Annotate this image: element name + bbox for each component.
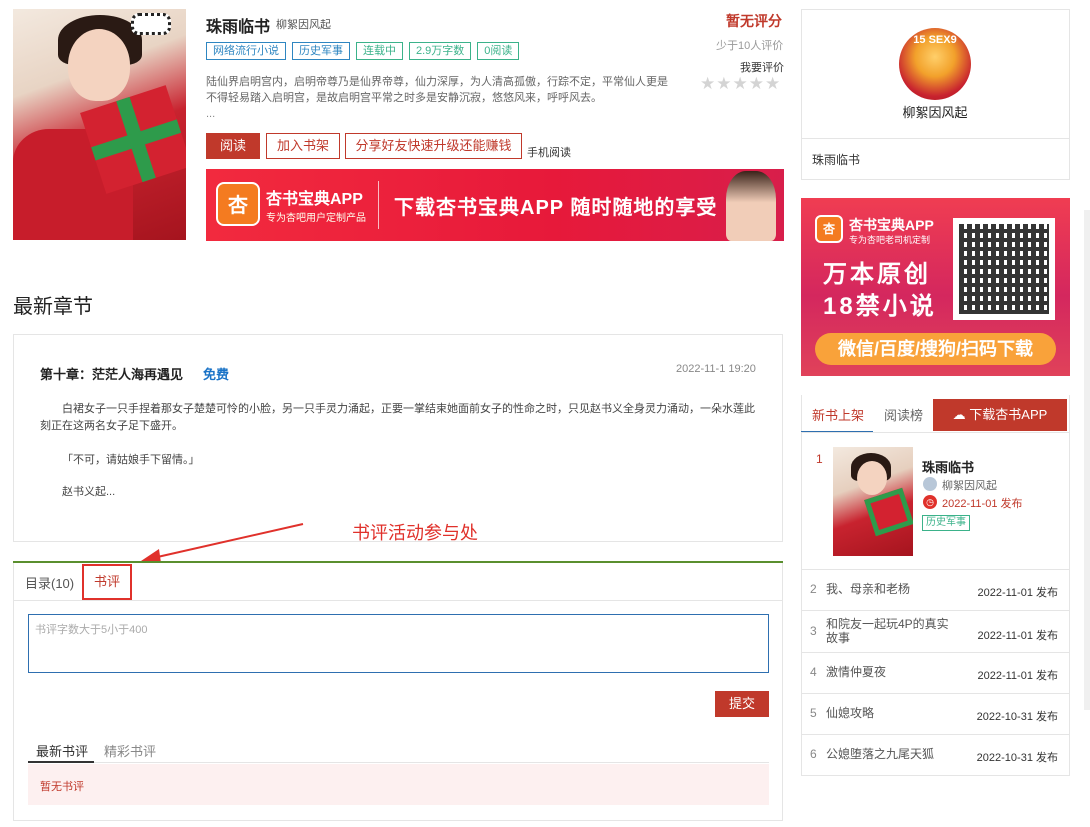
page-scrollbar[interactable]: [1084, 210, 1090, 710]
banner-slogan: 下载杏书宝典APP 随时随地的享受: [394, 197, 718, 219]
qr-code-icon: [953, 218, 1055, 320]
star-icon[interactable]: ★: [765, 75, 780, 92]
tag-word-count: 2.9万字数: [409, 42, 472, 60]
book-description: 陆仙界启明宫内，启明帝尊乃是仙界帝尊，仙力深厚，为人清高孤傲，行踪不定，平常仙人…: [206, 76, 668, 104]
submit-button[interactable]: 提交: [715, 691, 769, 717]
star-icon[interactable]: ★: [733, 75, 748, 92]
rank-1-tag[interactable]: 历史军事: [922, 515, 970, 531]
latest-chapter-heading: 最新章节: [13, 296, 93, 318]
download-app-label: 下载杏书APP: [969, 407, 1048, 422]
rank-title[interactable]: 激情仲夏夜: [826, 665, 956, 679]
rank-1-cover[interactable]: [833, 447, 913, 556]
annotation-label: 书评活动参与处: [352, 523, 478, 543]
rank-number: 4: [810, 665, 817, 679]
rank-date: 2022-11-01 发布: [977, 630, 1058, 642]
side-app-banner[interactable]: 杏 杏书宝典APP 专为杏吧老司机定制 万本原创 18禁小说 微信/百度/搜狗/…: [801, 198, 1070, 376]
banner-app-name: 杏书宝典APP: [266, 191, 363, 208]
rank-title[interactable]: 公媳堕落之九尾天狐: [826, 747, 956, 761]
rating-status: 暂无评分: [726, 13, 782, 29]
rank-number: 6: [810, 747, 817, 761]
user-icon: [923, 477, 937, 491]
rating-count: 少于10人评价: [716, 40, 784, 52]
chapter-ending: 赵书义起...: [62, 486, 116, 498]
rank-number: 3: [810, 624, 817, 638]
author-name[interactable]: 柳絮因风起: [899, 102, 971, 121]
empty-reviews-text: 暂无书评: [40, 781, 84, 793]
read-button[interactable]: 阅读: [206, 133, 260, 159]
review-input[interactable]: [28, 614, 769, 673]
rank-1-author[interactable]: 柳絮因风起: [942, 477, 997, 493]
subtab-active-indicator: [28, 761, 94, 763]
book-tags: 网络流行小说 历史军事 连载中 2.9万字数 0阅读: [206, 42, 520, 60]
tab-reading-rank[interactable]: 阅读榜: [884, 405, 923, 424]
app-logo-icon: 杏: [815, 215, 843, 243]
side-banner-app-name: 杏书宝典APP: [849, 217, 934, 233]
banner-app-sub: 专为杏吧用户定制产品: [266, 213, 366, 224]
list-item[interactable]: 3 和院友一起玩4P的真实故事 2022-11-01 发布: [801, 611, 1070, 653]
chapter-excerpt: 白裙女子一只手捏着那女子楚楚可怜的小脸，另一只手灵力涌起，正要一掌结束她面前女子…: [40, 403, 755, 432]
author-book-link[interactable]: 珠雨临书: [812, 151, 860, 168]
list-item[interactable]: 6 公媳堕落之九尾天狐 2022-10-31 发布: [801, 735, 1070, 776]
avatar-text: 15 SEX9: [913, 34, 957, 46]
author-card-divider: [801, 138, 1070, 139]
share-button[interactable]: 分享好友快速升级还能赚钱: [345, 133, 522, 159]
book-title: 珠雨临书: [206, 19, 271, 36]
cloud-download-icon: ☁: [952, 407, 970, 422]
rank-number: 5: [810, 706, 817, 720]
book-author[interactable]: 柳絮因风起: [276, 16, 331, 32]
clock-icon: ◷: [923, 495, 937, 509]
rank-tabs-divider: [801, 432, 1070, 433]
chapter-date: 2022-11-1 19:20: [676, 363, 756, 375]
list-item[interactable]: 5 仙媳攻略 2022-10-31 发布: [801, 694, 1070, 735]
free-badge: 免费: [203, 367, 230, 382]
list-item[interactable]: 2 我、母亲和老杨 2022-11-01 发布: [801, 570, 1070, 611]
rating-stars[interactable]: ★ ★ ★ ★ ★: [700, 75, 780, 92]
rank-1-title[interactable]: 珠雨临书: [922, 457, 974, 476]
mobile-read-link[interactable]: 手机阅读: [527, 144, 571, 160]
description-more[interactable]: ...: [206, 108, 215, 120]
rank-date: 2022-11-01 发布: [977, 670, 1058, 682]
list-item[interactable]: 4 激情仲夏夜 2022-11-01 发布: [801, 653, 1070, 694]
subtab-divider: [28, 762, 769, 763]
tab-catalog[interactable]: 目录(10): [25, 573, 74, 592]
rank-title[interactable]: 我、母亲和老杨: [826, 582, 956, 596]
tag-reads: 0阅读: [477, 42, 520, 60]
star-icon[interactable]: ★: [749, 75, 764, 92]
empty-reviews: 暂无书评: [28, 764, 769, 805]
side-banner-line1: 万本原创: [823, 261, 931, 288]
app-logo-icon: 杏: [216, 182, 260, 226]
rank-number: 2: [810, 582, 817, 596]
rank-1-date: 2022-11-01 发布: [942, 498, 1023, 510]
rank-date: 2022-10-31 发布: [976, 711, 1058, 723]
add-shelf-button[interactable]: 加入书架: [266, 133, 340, 159]
tab-review[interactable]: 书评: [82, 564, 132, 600]
app-download-banner[interactable]: 杏 杏书宝典APP 专为杏吧用户定制产品 下载杏书宝典APP 随时随地的享受: [206, 169, 784, 241]
side-banner-sub: 专为杏吧老司机定制: [849, 235, 931, 245]
author-avatar[interactable]: 15 SEX9: [899, 28, 971, 100]
book-cover[interactable]: [13, 9, 186, 240]
subtab-latest-reviews[interactable]: 最新书评: [36, 741, 88, 760]
rank-date: 2022-10-31 发布: [976, 752, 1058, 764]
tag-category[interactable]: 历史军事: [292, 42, 350, 60]
banner-model-image: [726, 171, 776, 241]
rank-number: 1: [816, 452, 823, 466]
chapter-quote: 「不可，请姑娘手下留情。」: [62, 454, 200, 466]
tag-status: 连载中: [356, 42, 403, 60]
tab-divider: [13, 600, 783, 601]
star-icon[interactable]: ★: [700, 75, 715, 92]
star-icon[interactable]: ★: [716, 75, 731, 92]
chapter-title[interactable]: 第十章：茫茫人海再遇见: [40, 364, 183, 383]
rate-link[interactable]: 我要评价: [740, 59, 784, 75]
rank-title[interactable]: 仙媳攻略: [826, 706, 956, 720]
download-app-button[interactable]: ☁ 下载杏书APP: [933, 399, 1067, 431]
subtab-best-reviews[interactable]: 精彩书评: [104, 741, 156, 760]
rank-title[interactable]: 和院友一起玩4P的真实故事: [826, 617, 956, 645]
tab-new-books[interactable]: 新书上架: [812, 405, 864, 424]
side-banner-cta: 微信/百度/搜狗/扫码下载: [815, 333, 1056, 365]
rank-date: 2022-11-01 发布: [977, 587, 1058, 599]
tag-genre[interactable]: 网络流行小说: [206, 42, 286, 60]
side-banner-line2: 18禁小说: [823, 293, 937, 320]
